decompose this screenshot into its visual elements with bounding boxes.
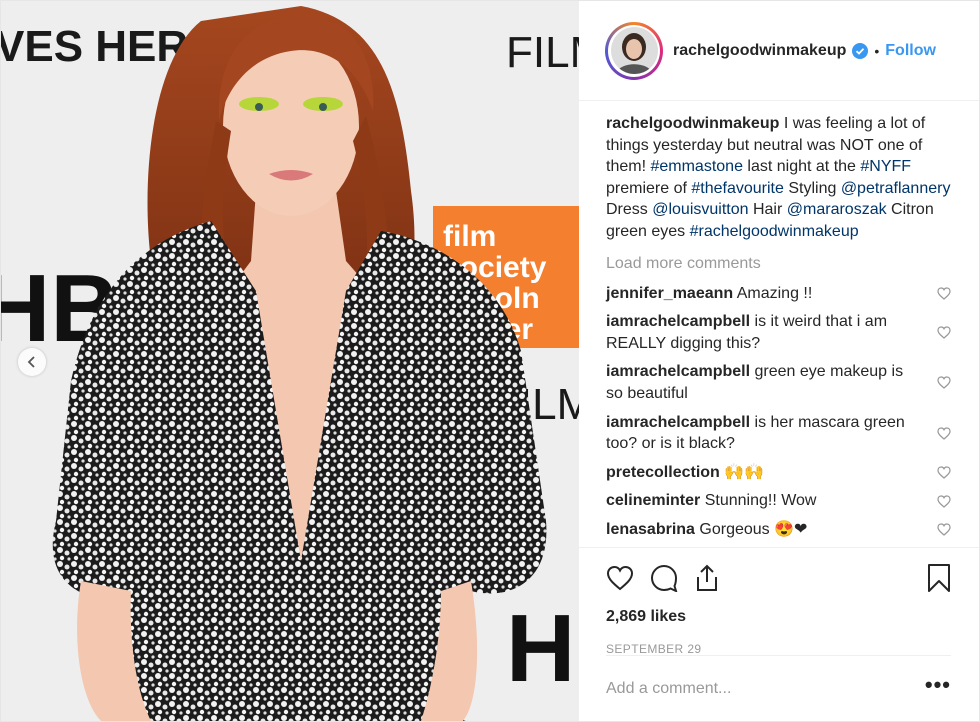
- header-username[interactable]: rachelgoodwinmakeup: [673, 42, 846, 60]
- previous-slide-button[interactable]: [18, 348, 46, 376]
- separator-dot: •: [874, 42, 880, 59]
- action-bar: [579, 548, 979, 608]
- comment-username[interactable]: celineminter: [606, 492, 700, 509]
- svg-text:film: film: [443, 220, 496, 253]
- comment-row: iamrachelcampbell is it weird that i am …: [606, 311, 953, 354]
- comment-like-heart-icon[interactable]: [937, 490, 953, 512]
- post-sidebar: rachelgoodwinmakeup • Follow rachelgoodw…: [579, 1, 979, 721]
- backdrop-text-2: FILM: [506, 28, 579, 77]
- post-photo[interactable]: VES HERE FILM film society lincoln cente…: [1, 1, 579, 721]
- add-comment-bar: •••: [606, 655, 951, 721]
- comment-row: jennifer_maeann Amazing !!: [606, 283, 953, 305]
- svg-text:HI: HI: [506, 595, 579, 702]
- hashtag-link[interactable]: #NYFF: [860, 158, 911, 175]
- mention-link[interactable]: @mararoszak: [787, 201, 887, 218]
- hashtag-link[interactable]: #emmastone: [650, 158, 743, 175]
- comment-row: lenasabrina Gorgeous 😍❤: [606, 519, 953, 541]
- comment-row: pretecollection 🙌🙌: [606, 462, 953, 484]
- mention-link[interactable]: @louisvuitton: [652, 201, 748, 218]
- comment-row: celineminter Stunning!! Wow: [606, 490, 953, 512]
- hashtag-link[interactable]: #thefavourite: [691, 180, 784, 197]
- photo-illustration: VES HERE FILM film society lincoln cente…: [1, 1, 579, 721]
- comment-like-heart-icon[interactable]: [937, 283, 953, 305]
- comment-text: Amazing !!: [736, 284, 813, 302]
- share-icon[interactable]: [694, 564, 720, 592]
- caption-username[interactable]: rachelgoodwinmakeup: [606, 115, 779, 132]
- avatar[interactable]: [610, 27, 658, 74]
- likes-count[interactable]: 2,869 likes: [579, 608, 979, 632]
- hashtag-link[interactable]: #rachelgoodwinmakeup: [690, 223, 859, 240]
- load-more-comments-link[interactable]: Load more comments: [606, 255, 953, 273]
- comment-like-heart-icon[interactable]: [937, 311, 953, 354]
- add-comment-input[interactable]: [606, 679, 906, 698]
- comment-list: jennifer_maeann Amazing !! iamrachelcampb…: [606, 283, 953, 541]
- follow-button[interactable]: Follow: [885, 42, 936, 60]
- verified-badge-icon: [852, 42, 869, 59]
- chevron-left-icon: [27, 356, 35, 368]
- like-heart-icon[interactable]: [606, 565, 634, 591]
- instagram-post: VES HERE FILM film society lincoln cente…: [0, 0, 980, 722]
- comment-username[interactable]: iamrachelcampbell: [606, 414, 750, 431]
- comment-username[interactable]: jennifer_maeann: [606, 285, 733, 302]
- comment-icon[interactable]: [650, 564, 678, 592]
- comment-text: Gorgeous 😍❤: [699, 520, 808, 538]
- comment-text: 🙌🙌: [724, 463, 765, 481]
- mention-link[interactable]: @petraflannery: [841, 180, 951, 197]
- comment-like-heart-icon[interactable]: [937, 519, 953, 541]
- comment-like-heart-icon[interactable]: [937, 462, 953, 484]
- comment-like-heart-icon[interactable]: [937, 361, 953, 404]
- story-ring[interactable]: [605, 21, 663, 80]
- comment-row: iamrachelcampbell green eye makeup is so…: [606, 361, 953, 404]
- bookmark-icon[interactable]: [927, 563, 951, 593]
- comment-username[interactable]: iamrachelcampbell: [606, 313, 750, 330]
- more-options-button[interactable]: •••: [925, 673, 951, 698]
- comment-text: Stunning!! Wow: [704, 492, 817, 510]
- comments-section[interactable]: rachelgoodwinmakeup I was feeling a lot …: [579, 101, 979, 548]
- comment-username[interactable]: iamrachelcampbell: [606, 363, 750, 380]
- comment-like-heart-icon[interactable]: [937, 412, 953, 455]
- comment-username[interactable]: pretecollection: [606, 464, 720, 481]
- comment-row: iamrachelcampbell is her mascara green t…: [606, 412, 953, 455]
- post-caption: rachelgoodwinmakeup I was feeling a lot …: [606, 115, 951, 240]
- comment-username[interactable]: lenasabrina: [606, 521, 695, 538]
- post-header: rachelgoodwinmakeup • Follow: [579, 1, 979, 101]
